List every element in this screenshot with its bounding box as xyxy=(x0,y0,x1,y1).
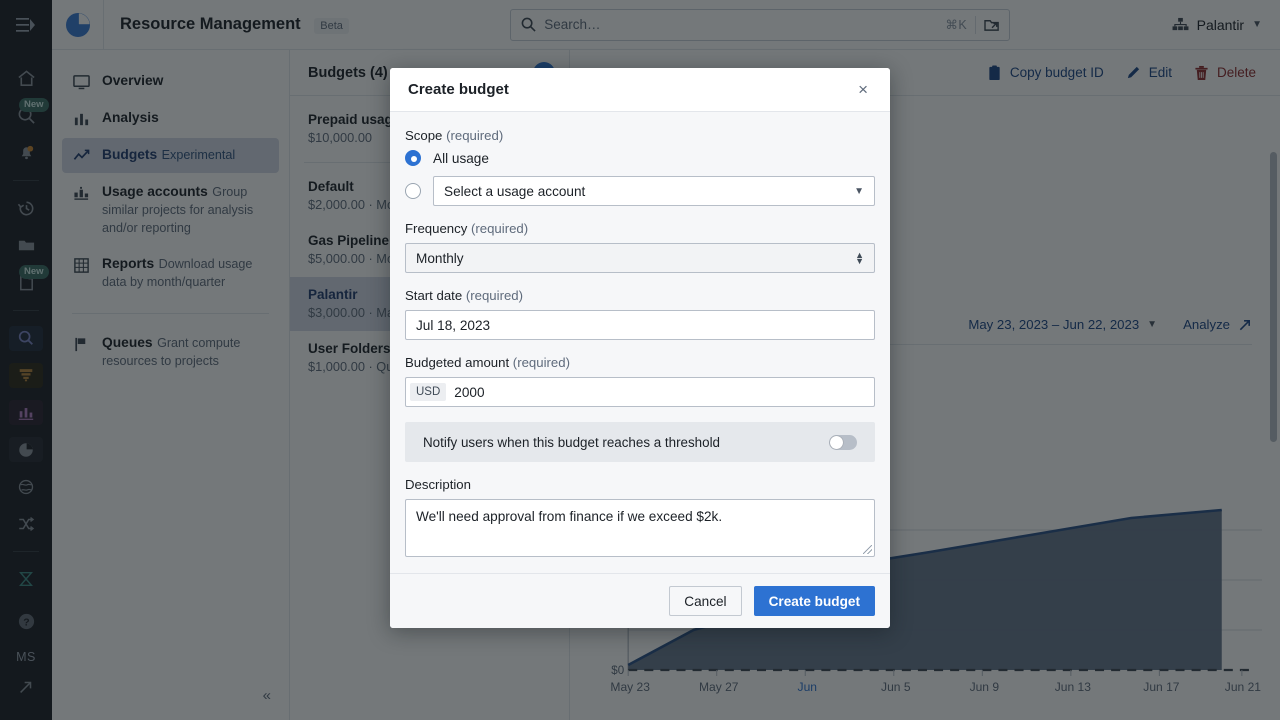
scope-field-group: Scope (required) All usage Select a usag… xyxy=(405,128,875,206)
start-date-label-text: Start date xyxy=(405,288,463,303)
close-icon[interactable]: × xyxy=(854,79,872,100)
frequency-label-text: Frequency xyxy=(405,221,468,236)
dialog-body: Scope (required) All usage Select a usag… xyxy=(390,112,890,573)
notify-threshold-toggle[interactable] xyxy=(829,434,857,450)
scope-account-option[interactable]: Select a usage account ▼ xyxy=(405,176,875,206)
required-marker: (required) xyxy=(465,288,524,303)
dialog-title: Create budget xyxy=(408,81,509,98)
dialog-header: Create budget × xyxy=(390,68,890,112)
start-date-label: Start date (required) xyxy=(405,288,875,303)
radio-all-usage-label: All usage xyxy=(433,150,489,166)
dialog-footer: Cancel Create budget xyxy=(390,573,890,628)
frequency-label: Frequency (required) xyxy=(405,221,875,236)
usage-account-select[interactable]: Select a usage account ▼ xyxy=(433,176,875,206)
frequency-value: Monthly xyxy=(416,250,464,266)
create-budget-button[interactable]: Create budget xyxy=(753,586,875,616)
start-date-field-group: Start date (required) Jul 18, 2023 xyxy=(405,288,875,340)
budgeted-amount-field-group: Budgeted amount (required) USD 2000 xyxy=(405,355,875,407)
radio-usage-account[interactable] xyxy=(405,183,421,199)
start-date-value: Jul 18, 2023 xyxy=(416,317,491,333)
cancel-button[interactable]: Cancel xyxy=(669,586,742,616)
scope-all-usage-option[interactable]: All usage xyxy=(405,150,875,166)
create-budget-dialog: Create budget × Scope (required) All usa… xyxy=(390,68,890,628)
resize-handle-icon[interactable] xyxy=(863,545,872,554)
chevron-down-icon: ▼ xyxy=(854,185,864,197)
budgeted-amount-label-text: Budgeted amount xyxy=(405,355,510,370)
description-textarea[interactable]: We'll need approval from finance if we e… xyxy=(405,499,875,557)
toggle-knob xyxy=(830,435,843,449)
start-date-input[interactable]: Jul 18, 2023 xyxy=(405,310,875,340)
required-marker: (required) xyxy=(446,128,504,143)
currency-badge: USD xyxy=(410,383,447,401)
required-marker: (required) xyxy=(470,221,529,236)
budgeted-amount-value: 2000 xyxy=(454,384,485,400)
description-field-group: Description We'll need approval from fin… xyxy=(405,477,875,557)
required-marker: (required) xyxy=(512,355,570,370)
radio-all-usage[interactable] xyxy=(405,150,421,166)
budgeted-amount-input[interactable]: USD 2000 xyxy=(405,377,875,407)
usage-account-value: Select a usage account xyxy=(444,183,586,199)
budgeted-amount-label: Budgeted amount (required) xyxy=(405,355,875,370)
notify-threshold-label: Notify users when this budget reaches a … xyxy=(423,434,720,450)
description-label: Description xyxy=(405,477,471,492)
frequency-field-group: Frequency (required) Monthly ▲ ▼ xyxy=(405,221,875,273)
scope-label: Scope (required) xyxy=(405,128,875,143)
description-value: We'll need approval from finance if we e… xyxy=(416,509,723,524)
scope-label-text: Scope xyxy=(405,128,443,143)
notify-threshold-row[interactable]: Notify users when this budget reaches a … xyxy=(405,422,875,462)
chevron-updown-icon: ▲ ▼ xyxy=(855,250,864,266)
frequency-select[interactable]: Monthly ▲ ▼ xyxy=(405,243,875,273)
